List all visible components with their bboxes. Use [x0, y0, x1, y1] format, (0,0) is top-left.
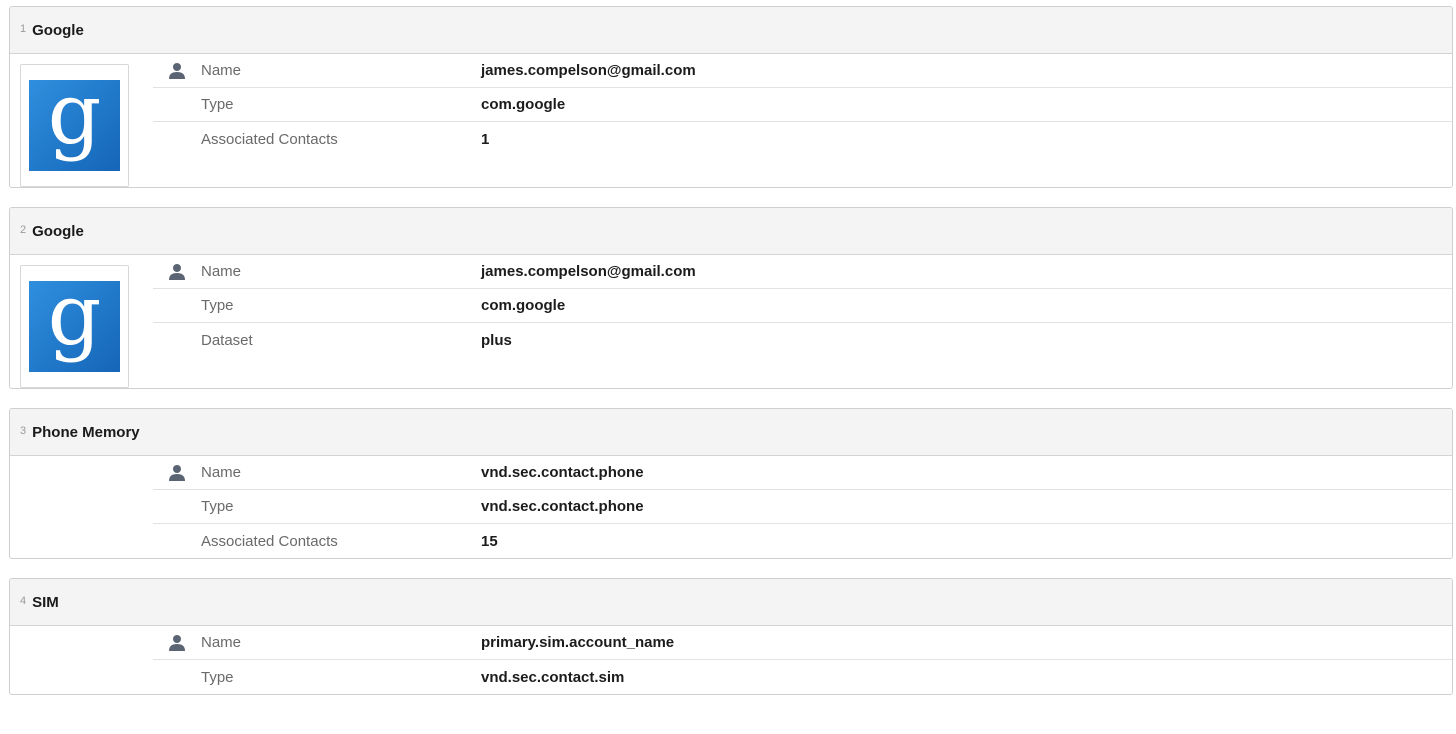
field-value: plus — [481, 331, 512, 349]
field-row-type: Type com.google — [153, 289, 1452, 323]
field-label: Name — [201, 263, 242, 280]
field-row-name: Name james.compelson@gmail.com — [153, 255, 1452, 289]
field-value: 15 — [481, 532, 498, 550]
account-card-header: 3 Phone Memory — [10, 409, 1452, 456]
account-card: 2 Google g Name james.compelson@gmail.co… — [9, 207, 1453, 389]
person-icon — [169, 263, 185, 280]
field-row-associated-contacts: Associated Contacts 1 — [153, 122, 1452, 156]
field-label: Name — [201, 634, 242, 651]
field-row-name: Name james.compelson@gmail.com — [153, 54, 1452, 88]
field-value: 1 — [481, 130, 490, 148]
field-label: Associated Contacts — [201, 532, 338, 550]
account-card: 4 SIM Name primary.sim.account_name Type… — [9, 578, 1453, 695]
field-value: primary.sim.account_name — [481, 634, 675, 651]
field-label: Dataset — [201, 331, 253, 349]
field-list: Name primary.sim.account_name Type vnd.s… — [153, 626, 1452, 694]
person-icon — [169, 62, 185, 79]
account-index: 4 — [20, 595, 27, 607]
google-g-logo: g — [29, 273, 120, 372]
field-row-name: Name primary.sim.account_name — [153, 626, 1452, 660]
person-icon — [169, 634, 185, 651]
account-card-body: g Name james.compelson@gmail.com Type co… — [10, 54, 1452, 187]
account-card-header: 1 Google — [10, 7, 1452, 54]
account-card-header: 2 Google — [10, 208, 1452, 255]
account-card: 1 Google g Name james.compelson@gmail.co… — [9, 6, 1453, 188]
field-value: vnd.sec.contact.sim — [481, 668, 625, 686]
account-card: 3 Phone Memory Name vnd.sec.contact.phon… — [9, 408, 1453, 559]
account-list: 1 Google g Name james.compelson@gmail.co… — [9, 6, 1453, 714]
account-title: SIM — [32, 593, 59, 611]
person-icon — [169, 464, 185, 481]
account-title: Google — [32, 222, 84, 240]
field-label: Type — [201, 96, 234, 113]
field-value: com.google — [481, 96, 566, 113]
field-label: Type — [201, 297, 234, 314]
field-row-type: Type vnd.sec.contact.phone — [153, 490, 1452, 524]
google-g-logo: g — [29, 72, 120, 171]
account-title: Phone Memory — [32, 423, 140, 441]
field-list: Name james.compelson@gmail.com Type com.… — [153, 255, 1452, 388]
account-title: Google — [32, 21, 84, 39]
account-index: 1 — [20, 23, 27, 35]
field-row-type: Type com.google — [153, 88, 1452, 122]
field-value: james.compelson@gmail.com — [481, 263, 696, 280]
field-label: Associated Contacts — [201, 130, 338, 148]
field-list: Name james.compelson@gmail.com Type com.… — [153, 54, 1452, 187]
field-list: Name vnd.sec.contact.phone Type vnd.sec.… — [153, 456, 1452, 558]
field-label: Type — [201, 668, 234, 686]
account-index: 3 — [20, 425, 27, 437]
field-row-name: Name vnd.sec.contact.phone — [153, 456, 1452, 490]
field-value: james.compelson@gmail.com — [481, 62, 696, 79]
account-thumbnail: g — [20, 265, 129, 388]
field-value: com.google — [481, 297, 566, 314]
field-value: vnd.sec.contact.phone — [481, 464, 644, 481]
field-row-type: Type vnd.sec.contact.sim — [153, 660, 1452, 694]
account-card-body: Name primary.sim.account_name Type vnd.s… — [10, 626, 1452, 694]
field-row-associated-contacts: Associated Contacts 15 — [153, 524, 1452, 558]
field-row-dataset: Dataset plus — [153, 323, 1452, 357]
account-index: 2 — [20, 224, 27, 236]
account-thumbnail: g — [20, 64, 129, 187]
account-card-body: g Name james.compelson@gmail.com Type co… — [10, 255, 1452, 388]
field-label: Name — [201, 62, 242, 79]
account-card-header: 4 SIM — [10, 579, 1452, 626]
field-label: Name — [201, 464, 242, 481]
account-card-body: Name vnd.sec.contact.phone Type vnd.sec.… — [10, 456, 1452, 558]
field-label: Type — [201, 498, 234, 515]
field-value: vnd.sec.contact.phone — [481, 498, 644, 515]
